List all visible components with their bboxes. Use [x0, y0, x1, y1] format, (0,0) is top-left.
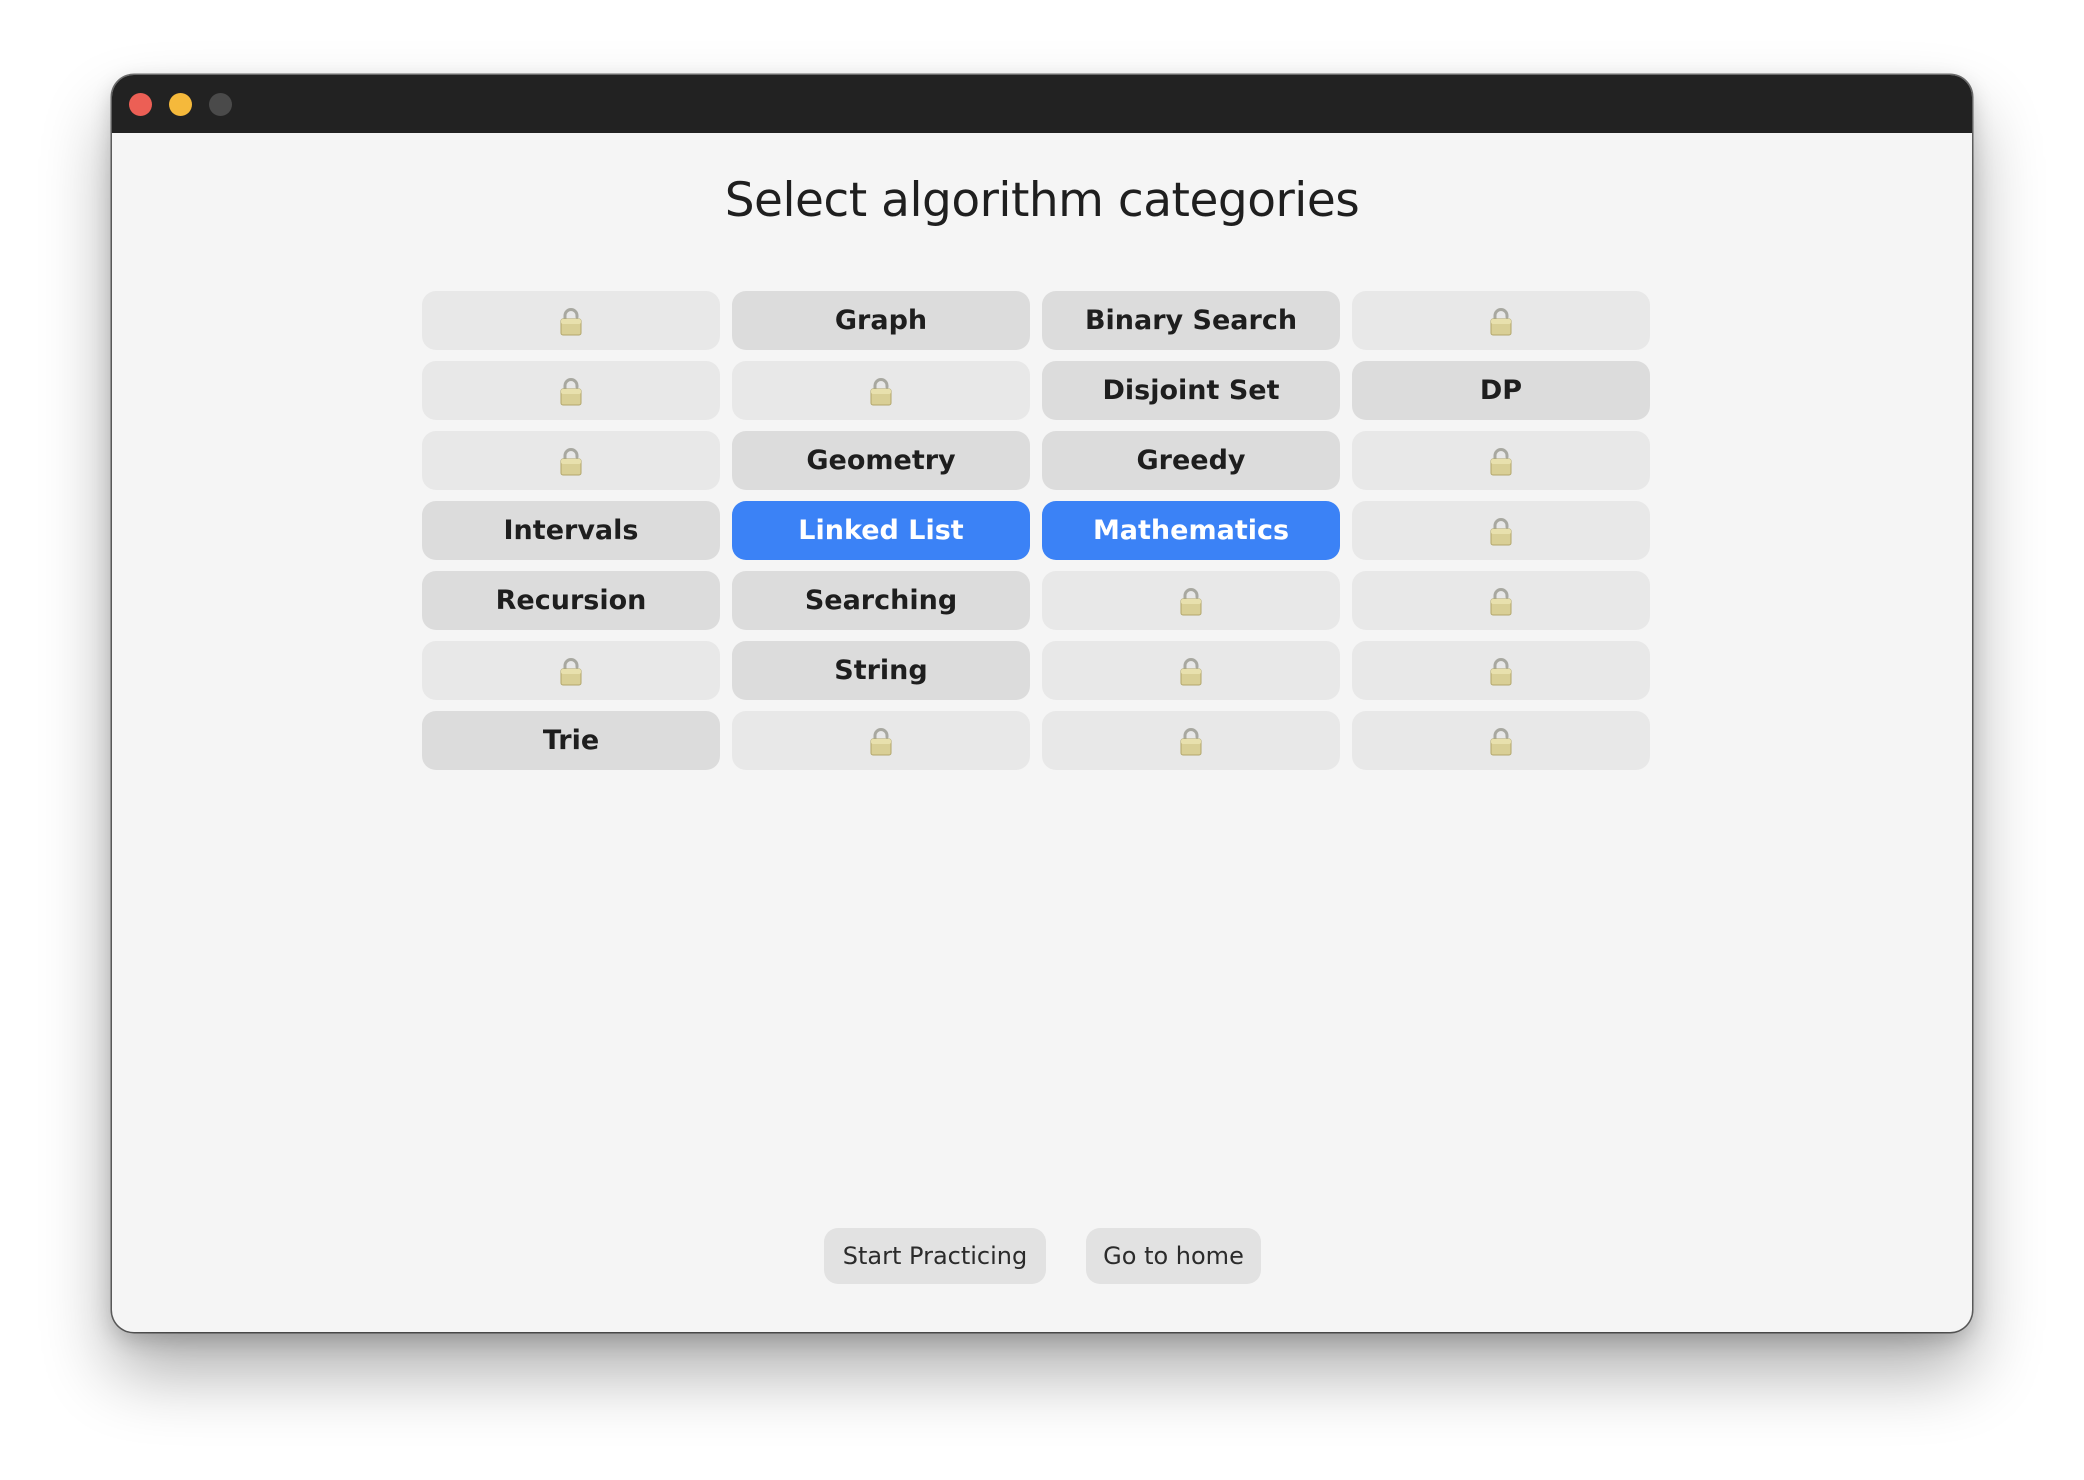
lock-icon: [1487, 446, 1515, 476]
category-tile-locked: [732, 361, 1030, 420]
category-tile-locked: [1042, 641, 1340, 700]
category-tile-locked: [1352, 431, 1650, 490]
category-tile-greedy[interactable]: Greedy: [1042, 431, 1340, 490]
close-window-button[interactable]: [129, 93, 152, 116]
category-label: Binary Search: [1084, 305, 1298, 336]
category-tile-locked: [422, 641, 720, 700]
go-to-home-button[interactable]: Go to home: [1086, 1228, 1261, 1284]
main-content: Select algorithm categories Graph Binary …: [112, 133, 1972, 1332]
lock-icon: [1487, 726, 1515, 756]
category-tile-geometry[interactable]: Geometry: [732, 431, 1030, 490]
category-label: Searching: [804, 585, 958, 616]
lock-icon: [1487, 306, 1515, 336]
lock-icon: [867, 726, 895, 756]
app-window: Select algorithm categories Graph Binary …: [112, 75, 1972, 1332]
category-label: Geometry: [806, 445, 956, 476]
category-label: Mathematics: [1092, 515, 1290, 546]
category-tile-binary-search[interactable]: Binary Search: [1042, 291, 1340, 350]
category-tile-locked: [1352, 711, 1650, 770]
category-tile-intervals[interactable]: Intervals: [422, 501, 720, 560]
category-tile-dp[interactable]: DP: [1352, 361, 1650, 420]
category-label: Trie: [542, 725, 600, 756]
category-tile-trie[interactable]: Trie: [422, 711, 720, 770]
start-practicing-button[interactable]: Start Practicing: [824, 1228, 1046, 1284]
category-label: Linked List: [798, 515, 964, 546]
lock-icon: [557, 656, 585, 686]
category-label: DP: [1479, 375, 1523, 406]
category-tile-locked: [422, 431, 720, 490]
category-label: Intervals: [503, 515, 639, 546]
category-tile-locked: [1352, 641, 1650, 700]
category-grid: Graph Binary Search Disjoint Set DP Geometry…: [422, 291, 1653, 770]
category-label: Disjoint Set: [1102, 375, 1280, 406]
lock-icon: [1177, 586, 1205, 616]
category-tile-searching[interactable]: Searching: [732, 571, 1030, 630]
category-tile-mathematics[interactable]: Mathematics: [1042, 501, 1340, 560]
lock-icon: [1177, 726, 1205, 756]
minimize-window-button[interactable]: [169, 93, 192, 116]
category-tile-locked: [422, 291, 720, 350]
category-label: Graph: [834, 305, 928, 336]
category-label: String: [834, 655, 928, 686]
category-tile-locked: [1042, 571, 1340, 630]
lock-icon: [867, 376, 895, 406]
category-label: Greedy: [1136, 445, 1246, 476]
category-tile-locked: [422, 361, 720, 420]
category-tile-string[interactable]: String: [732, 641, 1030, 700]
lock-icon: [1487, 656, 1515, 686]
title-bar: [112, 75, 1972, 133]
category-tile-locked: [732, 711, 1030, 770]
category-tile-disjoint-set[interactable]: Disjoint Set: [1042, 361, 1340, 420]
category-tile-locked: [1352, 571, 1650, 630]
zoom-window-button[interactable]: [209, 93, 232, 116]
category-label: Recursion: [495, 585, 647, 616]
page-title: Select algorithm categories: [724, 173, 1360, 228]
category-tile-locked: [1042, 711, 1340, 770]
lock-icon: [1177, 656, 1205, 686]
category-tile-locked: [1352, 291, 1650, 350]
lock-icon: [557, 306, 585, 336]
category-tile-locked: [1352, 501, 1650, 560]
lock-icon: [1487, 586, 1515, 616]
category-tile-linked-list[interactable]: Linked List: [732, 501, 1030, 560]
lock-icon: [557, 376, 585, 406]
category-tile-graph[interactable]: Graph: [732, 291, 1030, 350]
footer-actions: Start Practicing Go to home: [112, 1228, 1972, 1284]
lock-icon: [557, 446, 585, 476]
category-tile-recursion[interactable]: Recursion: [422, 571, 720, 630]
lock-icon: [1487, 516, 1515, 546]
